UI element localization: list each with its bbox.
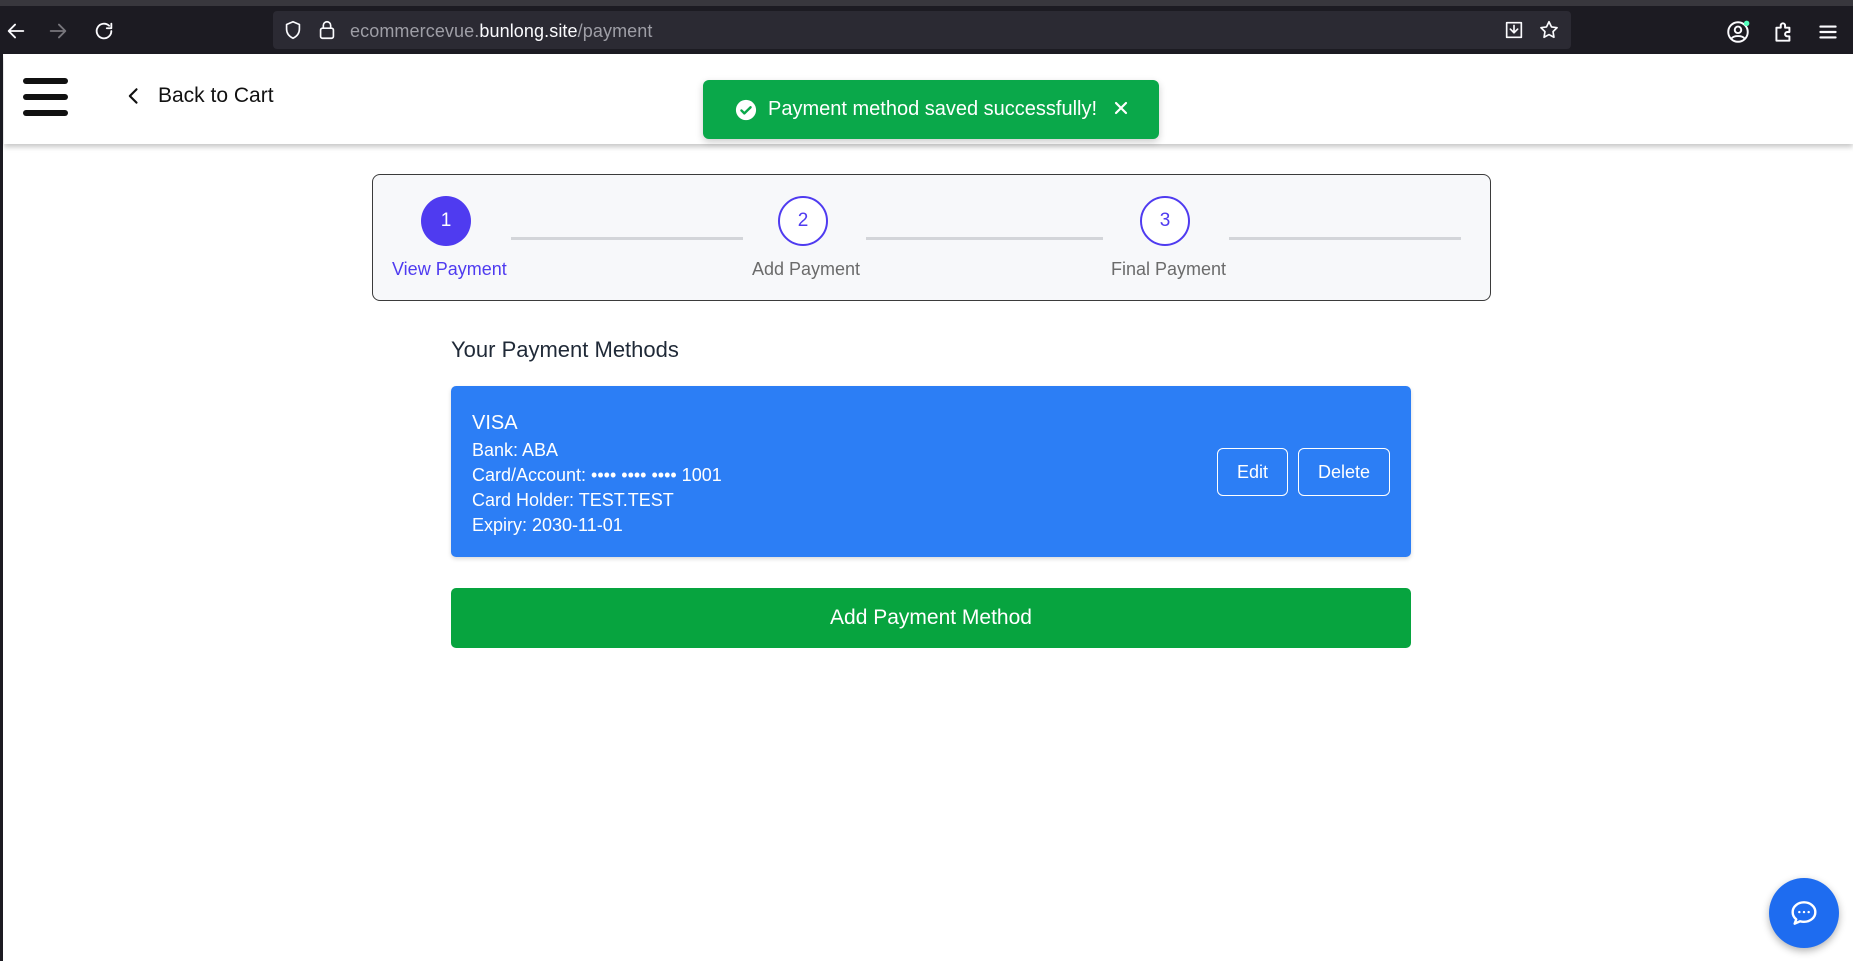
step-connector xyxy=(511,237,743,240)
chat-bubble-icon xyxy=(1791,901,1817,925)
chat-button[interactable] xyxy=(1769,878,1839,948)
hamburger-menu-icon[interactable] xyxy=(23,78,68,116)
url-domain: bunlong.site xyxy=(479,21,578,41)
forward-arrow-icon[interactable] xyxy=(43,16,73,46)
card-holder: Card Holder: TEST.TEST xyxy=(472,490,674,510)
step-2-circle[interactable]: 2 xyxy=(778,196,828,246)
download-icon[interactable] xyxy=(1503,19,1525,41)
step-connector xyxy=(866,237,1103,240)
menu-icon[interactable] xyxy=(1815,19,1841,45)
lock-icon[interactable] xyxy=(316,19,338,41)
payment-methods-title: Your Payment Methods xyxy=(451,337,679,362)
check-circle-icon xyxy=(735,99,757,121)
account-icon[interactable] xyxy=(1725,19,1751,45)
close-icon[interactable] xyxy=(1111,98,1131,118)
card-account: Card/Account: •••• •••• •••• 1001 xyxy=(472,465,722,485)
step-2-label[interactable]: Add Payment xyxy=(752,259,860,280)
back-to-cart-label: Back to Cart xyxy=(158,84,274,107)
url-path: /payment xyxy=(577,21,653,41)
card-expiry: Expiry: 2030-11-01 xyxy=(472,515,623,535)
shield-icon[interactable] xyxy=(282,19,304,41)
url-text: ecommercevue.bunlong.site/payment xyxy=(350,21,652,42)
back-arrow-icon[interactable] xyxy=(1,16,31,46)
step-3-circle[interactable]: 3 xyxy=(1140,196,1190,246)
window-edge xyxy=(0,54,3,961)
step-1-label[interactable]: View Payment xyxy=(392,259,507,280)
chevron-left-icon xyxy=(128,88,138,104)
payment-card: VISA Bank: ABA Card/Account: •••• •••• •… xyxy=(451,386,1411,557)
step-1-circle[interactable]: 1 xyxy=(421,196,471,246)
success-toast: Payment method saved successfully! xyxy=(703,80,1159,139)
back-to-cart-link[interactable]: Back to Cart xyxy=(124,84,274,108)
delete-button[interactable]: Delete xyxy=(1298,448,1390,496)
card-bank: Bank: ABA xyxy=(472,440,559,460)
checkout-stepper: 1 View Payment 2 Add Payment 3 Final Pay… xyxy=(372,174,1491,301)
edit-button[interactable]: Edit xyxy=(1217,448,1288,496)
card-brand: VISA xyxy=(472,412,518,434)
step-3-label[interactable]: Final Payment xyxy=(1111,259,1226,280)
bookmark-star-icon[interactable] xyxy=(1538,19,1560,41)
url-prefix: ecommercevue. xyxy=(350,21,480,41)
url-bar[interactable]: ecommercevue.bunlong.site/payment xyxy=(273,11,1571,49)
toast-message: Payment method saved successfully! xyxy=(768,98,1098,120)
reload-icon[interactable] xyxy=(89,16,119,46)
extensions-icon[interactable] xyxy=(1771,19,1797,45)
add-payment-method-button[interactable]: Add Payment Method xyxy=(451,588,1411,648)
browser-toolbar: ecommercevue.bunlong.site/payment xyxy=(0,0,1853,54)
step-connector xyxy=(1229,237,1461,240)
